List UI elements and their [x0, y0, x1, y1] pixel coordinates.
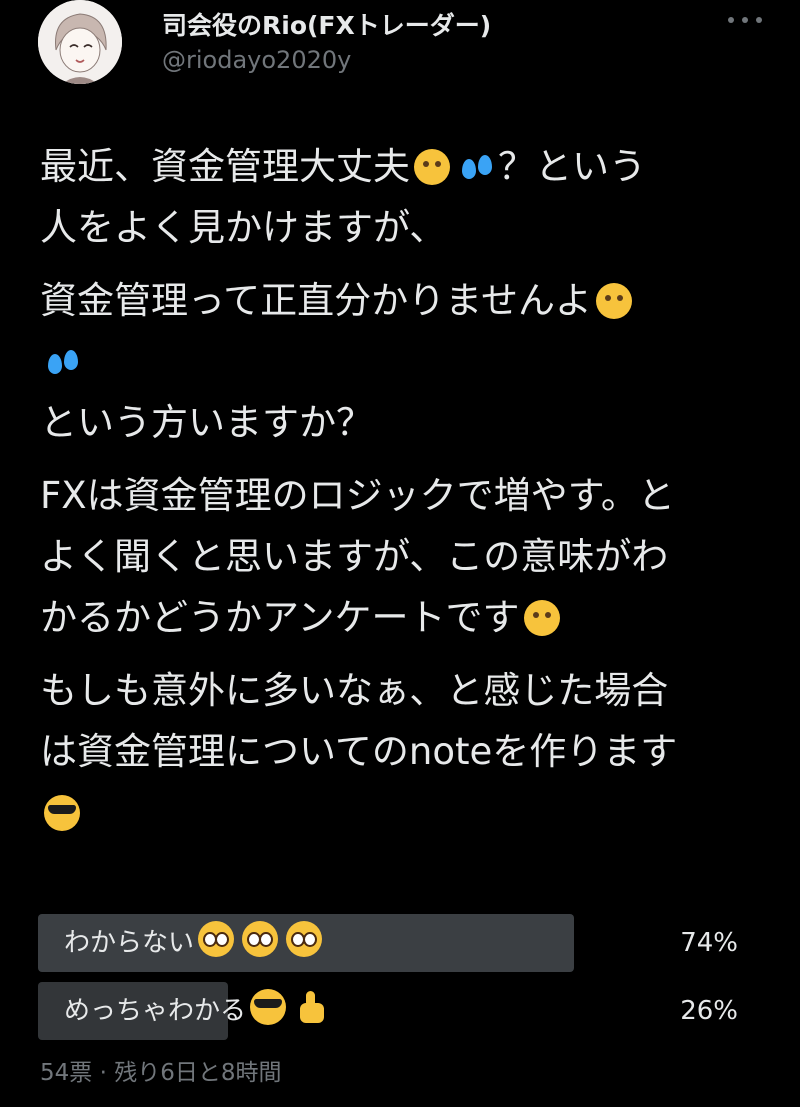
- avatar-illustration: [38, 0, 122, 84]
- poll-option-text: めっちゃわかる: [64, 996, 247, 1026]
- tweet-header: 司会役のRio(FXトレーダー) @riodayo2020y: [0, 0, 800, 110]
- author-display-name[interactable]: 司会役のRio(FXトレーダー): [162, 6, 491, 42]
- paragraph-text: もしも意外に多いなぁ、と感じた場合 は資金管理についてのnoteを作ります: [40, 669, 678, 773]
- pleading-face-icon: [286, 921, 323, 957]
- tweet-paragraph-4: もしも意外に多いなぁ、と感じた場合 は資金管理についてのnoteを作ります: [40, 660, 760, 843]
- paragraph-text: 最近、資金管理大丈夫: [40, 145, 410, 188]
- paragraph-text: という方いますか？: [40, 401, 373, 444]
- author-handle[interactable]: @riodayo2020y: [162, 46, 351, 74]
- pleading-face-icon: [242, 921, 279, 957]
- avatar[interactable]: [38, 0, 122, 84]
- sweat-droplets-icon: [44, 344, 80, 380]
- thumbs-up-icon: [294, 989, 330, 1025]
- poll-option-2[interactable]: めっちゃわかる 26%: [38, 982, 762, 1040]
- poll-option-label: めっちゃわかる: [64, 982, 334, 1040]
- poll-option-text: わからない: [64, 928, 195, 958]
- tweet-paragraph-1: 最近、資金管理大丈夫 ？という 人をよく見かけますが、: [40, 136, 760, 258]
- tweet-paragraph-2: 資金管理って正直分かりませんよ という方いますか？: [40, 270, 760, 453]
- pleading-face-icon: [198, 921, 235, 957]
- poll-footer: 54票 · 残り6日と8時間: [40, 1060, 282, 1086]
- poll-option-label: わからない: [64, 914, 326, 972]
- more-dot: [756, 17, 762, 23]
- poll-option-percent: 74%: [680, 928, 738, 958]
- paragraph-text: 資金管理って正直分かりませんよ: [40, 279, 593, 322]
- tweet-paragraph-3: FXは資金管理のロジックで増やす。と よく聞くと思いますが、この意味がわ かるか…: [40, 465, 760, 648]
- smiling-face-with-sunglasses-icon: [44, 795, 80, 831]
- poll: わからない 74% めっちゃわかる 26%: [38, 914, 762, 1050]
- more-dot: [728, 17, 734, 23]
- relieved-face-icon: [523, 600, 560, 636]
- sweat-droplets-icon: [458, 149, 494, 185]
- more-options-icon[interactable]: [728, 8, 762, 32]
- confounded-face-icon: [596, 283, 633, 319]
- smiling-face-with-sunglasses-icon: [250, 989, 287, 1025]
- poll-option-1[interactable]: わからない 74%: [38, 914, 762, 972]
- poll-option-percent: 26%: [680, 996, 738, 1026]
- thinking-face-icon: [414, 149, 450, 185]
- paragraph-text: FXは資金管理のロジックで増やす。と よく聞くと思いますが、この意味がわ かるか…: [40, 474, 675, 639]
- more-dot: [742, 17, 748, 23]
- tweet-text: 最近、資金管理大丈夫 ？という 人をよく見かけますが、 資金管理って正直分かりませ…: [40, 136, 760, 855]
